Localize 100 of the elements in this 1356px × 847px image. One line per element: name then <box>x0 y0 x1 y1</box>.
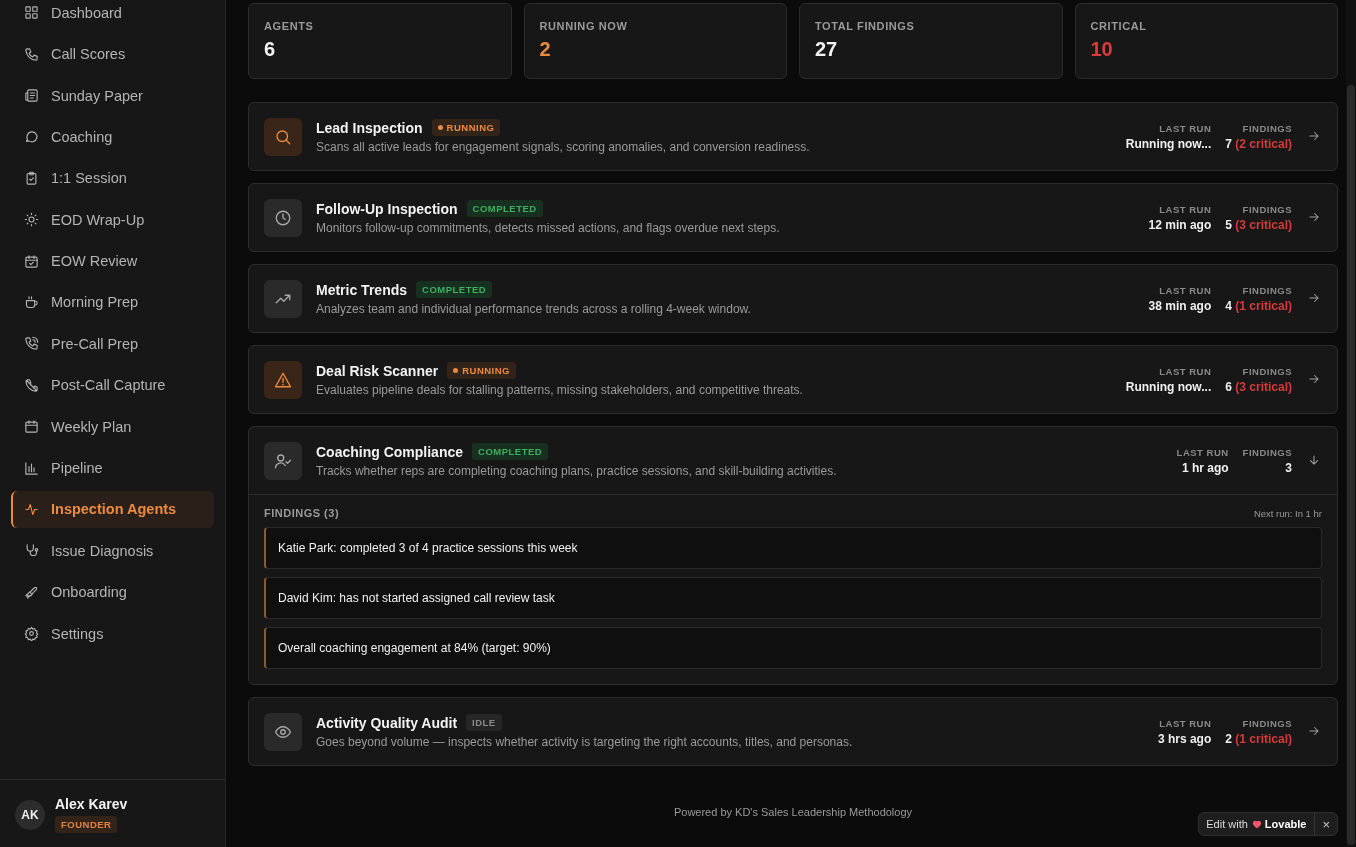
nav-icon <box>24 129 39 145</box>
last-run-value: 38 min ago <box>1148 298 1212 313</box>
agent-title: Deal Risk Scanner <box>316 362 439 379</box>
nav-icon <box>24 5 39 21</box>
nav-icon <box>24 419 39 435</box>
findings-value: 7 (2 critical) <box>1225 136 1292 151</box>
status-text: RUNNING <box>462 365 510 376</box>
agent-description: Tracks whether reps are completing coaching plans, practice sessions, and skill-building activities. <box>316 464 838 478</box>
stat-label: TOTAL FINDINGS <box>815 20 916 32</box>
findings-heading: FINDINGS (3) <box>264 507 340 519</box>
stat-label: CRITICAL <box>1090 20 1148 32</box>
stat-value: 10 <box>1090 38 1114 61</box>
nav-icon <box>24 46 39 62</box>
nav-item[interactable]: Coaching <box>11 118 214 156</box>
nav-icon <box>24 295 39 310</box>
status-dot <box>453 368 459 373</box>
stat-label: RUNNING NOW <box>539 20 629 32</box>
findings-value: 5 (3 critical) <box>1225 217 1292 232</box>
last-run-value: Running now... <box>1125 136 1212 151</box>
nav-item[interactable]: 1:1 Session <box>11 159 214 198</box>
edit-link[interactable]: Edit with Lovable <box>1199 818 1315 830</box>
stat-value: 6 <box>264 38 277 61</box>
last-run-value: 3 hrs ago <box>1157 731 1212 746</box>
agent-description: Monitors follow-up commitments, detects missed actions, and flags overdue next steps. <box>316 221 781 235</box>
scrollbar[interactable] <box>1346 0 1356 847</box>
nav-icon <box>24 501 39 517</box>
agent-title: Coaching Compliance <box>316 443 464 460</box>
meta-label: FINDINGS <box>1242 122 1292 134</box>
nav-icon <box>24 584 39 600</box>
user-name: Alex Karev <box>55 796 128 812</box>
findings-value: 4 (1 critical) <box>1225 298 1292 313</box>
agent-description: Evaluates pipeline deals for stalling patterns, missing stakeholders, and competitive threats. <box>316 383 804 397</box>
findings-value: 3 <box>1285 460 1292 475</box>
agent-description: Scans all active leads for engagement signals, scoring anomalies, and conversion readiness. <box>316 140 811 154</box>
meta-label: LAST RUN <box>1176 446 1229 458</box>
agent-title: Metric Trends <box>316 281 408 298</box>
nav-icon <box>24 543 39 559</box>
status-text: RUNNING <box>446 122 495 133</box>
nav-item[interactable]: EOD Wrap-Up <box>11 200 214 239</box>
heart-icon <box>1251 819 1262 829</box>
nav-icon <box>24 253 39 269</box>
status-text: COMPLETED <box>472 203 537 214</box>
meta-label: LAST RUN <box>1159 122 1212 134</box>
findings-value: 2 (1 critical) <box>1225 731 1292 746</box>
nav-item[interactable]: Morning Prep <box>11 283 214 322</box>
finding-item: Katie Park: completed 3 of 4 practice sessions this week <box>264 527 1322 569</box>
meta-label: FINDINGS <box>1242 446 1292 458</box>
stat-value: 27 <box>815 38 839 61</box>
meta-label: FINDINGS <box>1242 203 1292 215</box>
next-run-text: Next run: In 1 hr <box>1253 507 1322 519</box>
agent-title: Follow-Up Inspection <box>316 200 458 217</box>
finding-item: Overall coaching engagement at 84% (target: 90%) <box>264 627 1322 669</box>
stat-value: 2 <box>539 38 552 61</box>
status-text: COMPLETED <box>478 446 543 457</box>
meta-label: LAST RUN <box>1159 365 1212 377</box>
nav-item[interactable]: EOW Review <box>11 242 214 280</box>
warning-icon <box>274 370 292 389</box>
agent-title: Lead Inspection <box>316 119 423 136</box>
meta-label: LAST RUN <box>1159 284 1212 296</box>
agent-title: Activity Quality Audit <box>316 714 458 731</box>
nav-item[interactable]: Inspection Agents <box>11 490 214 529</box>
nav-icon <box>24 626 39 642</box>
status-text: IDLE <box>472 717 496 728</box>
nav-item[interactable]: Post-Call Capture <box>11 366 214 404</box>
nav-icon <box>24 460 39 476</box>
nav-icon <box>24 88 39 104</box>
nav-icon <box>24 170 39 186</box>
nav-item[interactable]: Call Scores <box>11 35 214 73</box>
user-avatar: AK <box>15 799 45 830</box>
stat-label: AGENTS <box>264 20 315 32</box>
findings-value: 6 (3 critical) <box>1225 379 1292 394</box>
meta-label: LAST RUN <box>1159 717 1212 729</box>
nav-icon <box>24 336 39 352</box>
close-button[interactable]: × <box>1314 813 1337 835</box>
user-check-icon <box>274 451 292 470</box>
meta-label: FINDINGS <box>1242 717 1292 729</box>
nav-item[interactable]: Onboarding <box>11 573 214 611</box>
nav-item[interactable]: Pipeline <box>11 449 214 487</box>
nav-item[interactable]: Weekly Plan <box>11 407 214 446</box>
nav-item[interactable]: Sunday Paper <box>11 76 214 115</box>
status-dot <box>437 125 443 130</box>
meta-label: FINDINGS <box>1242 365 1292 377</box>
nav-item[interactable]: Dashboard <box>11 0 214 32</box>
role-tag: FOUNDER <box>55 816 118 833</box>
nav-item[interactable]: Settings <box>11 614 214 653</box>
status-text: COMPLETED <box>422 284 487 295</box>
search-icon <box>274 127 292 146</box>
last-run-value: Running now... <box>1125 379 1212 394</box>
meta-label: FINDINGS <box>1242 284 1292 296</box>
arrow-down-icon <box>1307 452 1321 467</box>
last-run-value: 12 min ago <box>1148 217 1212 232</box>
nav-item[interactable]: Issue Diagnosis <box>11 532 214 570</box>
agent-description: Analyzes team and individual performance trends across a rolling 4-week window. <box>316 302 752 316</box>
agent-description: Goes beyond volume — inspects whether activity is targeting the right accounts, titles, and personas. <box>316 735 854 749</box>
meta-label: LAST RUN <box>1159 203 1212 215</box>
last-run-value: 1 hr ago <box>1181 460 1229 475</box>
nav-icon <box>24 212 39 228</box>
nav-icon <box>24 377 39 393</box>
nav-item[interactable]: Pre-Call Prep <box>11 325 214 363</box>
footer-text: Powered by KD's Sales Leadership Methodology <box>672 806 914 818</box>
